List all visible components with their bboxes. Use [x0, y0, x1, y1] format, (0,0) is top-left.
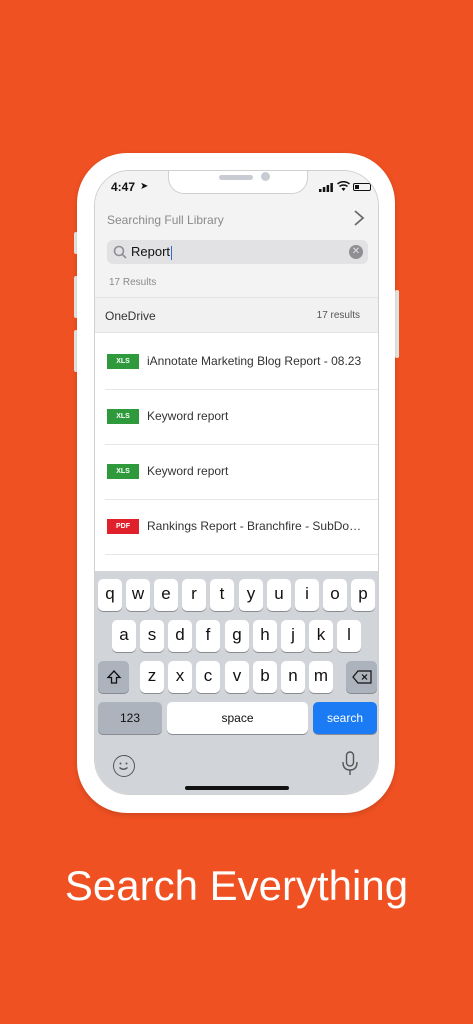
pdf-file-icon: PDF [107, 519, 139, 534]
location-icon: ➤ [140, 181, 149, 192]
key-m[interactable]: m [309, 661, 333, 693]
file-name: Keyword report [147, 409, 229, 423]
file-row[interactable]: XLS iAnnotate Marketing Blog Report - 08… [105, 335, 378, 390]
key-i[interactable]: i [295, 579, 319, 611]
key-x[interactable]: x [168, 661, 192, 693]
header-title: Searching Full Library [107, 213, 224, 227]
key-a[interactable]: a [112, 620, 136, 652]
key-j[interactable]: j [281, 620, 305, 652]
backspace-icon [351, 670, 372, 684]
key-s[interactable]: s [140, 620, 164, 652]
file-row[interactable]: XLS Keyword report [105, 390, 378, 445]
phone-screen: 4:47 ➤ Searching Full Library Report ✕ 1… [94, 170, 379, 795]
key-z[interactable]: z [140, 661, 164, 693]
numbers-key[interactable]: 123 [98, 702, 162, 734]
key-p[interactable]: p [351, 579, 375, 611]
key-q[interactable]: q [98, 579, 122, 611]
file-list: XLS iAnnotate Marketing Blog Report - 08… [95, 335, 378, 610]
side-button-right [395, 290, 399, 358]
search-key[interactable]: search [313, 702, 377, 734]
result-count: 17 Results [109, 277, 157, 288]
search-input[interactable]: Report [131, 244, 173, 260]
key-h[interactable]: h [253, 620, 277, 652]
xls-file-icon: XLS [107, 354, 139, 369]
microphone-icon[interactable] [341, 751, 359, 777]
signal-icon [319, 183, 333, 192]
shift-icon [106, 670, 121, 684]
search-header: Searching Full Library Report ✕ 17 Resul… [95, 205, 378, 297]
xls-file-icon: XLS [107, 409, 139, 424]
home-indicator [185, 786, 289, 790]
key-o[interactable]: o [323, 579, 347, 611]
key-r[interactable]: r [182, 579, 206, 611]
notch [168, 171, 308, 194]
key-d[interactable]: d [168, 620, 192, 652]
key-w[interactable]: w [126, 579, 150, 611]
chevron-right-icon[interactable] [353, 209, 365, 227]
speaker [219, 175, 253, 180]
battery-icon [353, 183, 371, 191]
file-row[interactable]: PDF Rankings Report - Branchfire - SubDo… [105, 500, 378, 555]
section-header-onedrive: OneDrive 17 results [95, 297, 378, 333]
file-name: Rankings Report - Branchfire - SubDo… [147, 519, 362, 533]
key-f[interactable]: f [196, 620, 220, 652]
key-u[interactable]: u [267, 579, 291, 611]
wifi-icon [337, 181, 350, 191]
key-c[interactable]: c [196, 661, 220, 693]
key-t[interactable]: t [210, 579, 234, 611]
key-g[interactable]: g [225, 620, 249, 652]
key-y[interactable]: y [239, 579, 263, 611]
file-name: Keyword report [147, 464, 229, 478]
clear-search-icon[interactable]: ✕ [349, 245, 363, 259]
key-b[interactable]: b [253, 661, 277, 693]
key-e[interactable]: e [154, 579, 178, 611]
file-row[interactable]: XLS Keyword report [105, 445, 378, 500]
file-name: iAnnotate Marketing Blog Report - 08.23 [147, 354, 362, 368]
emoji-icon[interactable] [113, 755, 135, 777]
key-v[interactable]: v [225, 661, 249, 693]
text-caret [171, 245, 173, 260]
camera [261, 172, 270, 181]
space-key[interactable]: space [167, 702, 308, 734]
keyboard: q w e r t y u i o p a s d f g h j k l z … [95, 571, 378, 794]
shift-key[interactable] [98, 661, 129, 693]
search-icon [113, 245, 127, 259]
key-k[interactable]: k [309, 620, 333, 652]
key-l[interactable]: l [337, 620, 361, 652]
smiley-face [119, 762, 128, 770]
xls-file-icon: XLS [107, 464, 139, 479]
search-field[interactable]: Report ✕ [107, 240, 368, 264]
key-n[interactable]: n [281, 661, 305, 693]
delete-key[interactable] [346, 661, 377, 693]
status-time: 4:47 [111, 180, 136, 194]
section-title: OneDrive [105, 309, 156, 323]
section-count: 17 results [316, 310, 360, 321]
tagline: Search Everything [64, 862, 409, 909]
